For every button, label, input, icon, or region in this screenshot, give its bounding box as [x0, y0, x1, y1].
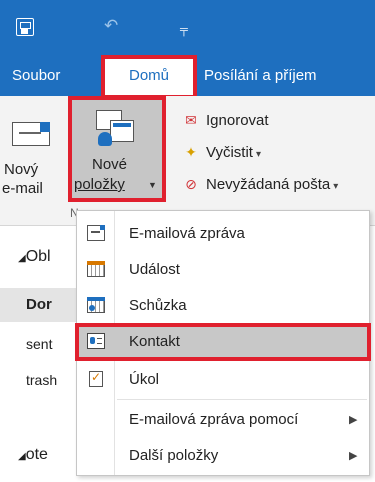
new-email-button[interactable]: Nový e-mail — [0, 96, 66, 226]
clean-up-icon: ✦ — [185, 144, 197, 160]
submenu-arrow-icon: ▶ — [349, 450, 358, 462]
menu-item-event[interactable]: Událost — [77, 253, 369, 287]
submenu-arrow-icon: ▶ — [349, 414, 358, 426]
chevron-down-icon: ▼ — [148, 180, 157, 190]
ignore-label: Ignorovat — [206, 112, 269, 129]
tab-home[interactable]: Domů — [101, 55, 197, 99]
clean-up-label: Vyčistit — [206, 144, 253, 161]
menu-item-label: Událost — [129, 261, 180, 278]
email-message-icon — [87, 225, 105, 241]
menu-item-label: E-mailová zpráva — [129, 225, 245, 242]
menu-item-more-items[interactable]: Další položky ▶ — [77, 439, 369, 473]
menu-item-label: Schůzka — [129, 297, 187, 314]
junk-label: Nevyžádaná pošta — [206, 176, 331, 193]
junk-button[interactable]: ⊘ Nevyžádaná pošta ▾ — [180, 172, 338, 196]
menu-item-label: Úkol — [129, 371, 160, 388]
folder-group-account[interactable]: ◢ote — [18, 446, 48, 464]
clean-up-button[interactable]: ✦ Vyčistit ▾ — [180, 140, 261, 164]
undo-icon[interactable]: ↶ — [104, 16, 118, 36]
save-icon[interactable] — [16, 18, 34, 36]
ribbon-tabs: Soubor Domů Posílání a příjem — [0, 55, 375, 99]
new-items-label-line1: Nové — [92, 156, 128, 173]
collapse-arrow-icon: ◢ — [18, 253, 26, 264]
folder-sent[interactable]: sent — [26, 336, 52, 352]
menu-item-email-message[interactable]: E-mailová zpráva — [77, 217, 369, 251]
task-icon — [89, 370, 103, 387]
new-items-icon — [96, 110, 136, 146]
tab-file[interactable]: Soubor — [12, 56, 60, 96]
tab-send-receive[interactable]: Posílání a příjem — [204, 56, 317, 96]
junk-icon: ⊘ — [185, 176, 197, 192]
event-calendar-icon — [87, 261, 105, 277]
menu-item-email-using[interactable]: E-mailová zpráva pomocí ▶ — [77, 403, 369, 437]
new-items-button[interactable]: Nové položky ▼ — [68, 96, 166, 202]
ignore-icon: ✉ — [185, 112, 197, 128]
ribbon: Nový e-mail N Nové položky ▼ ✉ Ignorovat … — [0, 96, 375, 226]
new-email-label-line1: Nový — [4, 161, 39, 178]
contact-card-icon — [87, 333, 105, 349]
menu-separator — [117, 399, 367, 400]
new-email-label-line2: e-mail — [2, 180, 43, 197]
envelope-icon — [12, 122, 50, 146]
meeting-icon — [87, 297, 105, 313]
chevron-down-icon: ▾ — [333, 181, 339, 192]
menu-item-label: E-mailová zpráva pomocí — [129, 411, 299, 428]
title-bar: ↶ ╤ — [0, 0, 375, 56]
collapse-arrow-icon: ◢ — [18, 451, 26, 462]
menu-item-task[interactable]: Úkol — [77, 363, 369, 397]
menu-item-meeting[interactable]: Schůzka — [77, 289, 369, 323]
folder-trash[interactable]: trash — [26, 372, 57, 388]
customize-qat-icon[interactable]: ╤ — [180, 20, 188, 40]
folder-group-favorites[interactable]: ◢Obl — [18, 248, 51, 266]
chevron-down-icon: ▾ — [255, 149, 261, 160]
menu-item-label: Další položky — [129, 447, 219, 464]
menu-item-contact[interactable]: Kontakt — [75, 323, 371, 361]
menu-item-label: Kontakt — [129, 333, 180, 350]
new-items-menu: E-mailová zpráva Událost Schůzka Kontakt… — [75, 210, 371, 476]
ignore-button[interactable]: ✉ Ignorovat — [180, 108, 269, 132]
new-items-label-line2: položky — [74, 176, 125, 193]
